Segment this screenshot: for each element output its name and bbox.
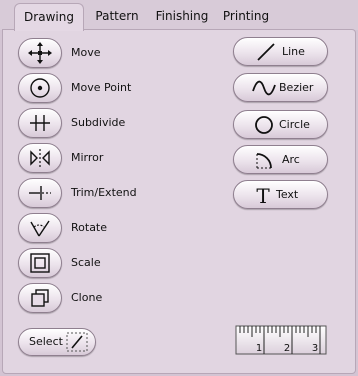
circle-label: Circle bbox=[279, 118, 310, 131]
rotate-button[interactable] bbox=[18, 213, 62, 243]
line-button[interactable]: Line bbox=[233, 37, 328, 66]
tool-mirror: Mirror bbox=[18, 143, 178, 173]
move-arrows-icon bbox=[28, 42, 52, 64]
ruler-tick-3: 3 bbox=[312, 343, 318, 354]
select-label: Select bbox=[29, 335, 63, 348]
tool-move-point: Move Point bbox=[18, 73, 178, 103]
ruler[interactable]: 1 2 3 bbox=[235, 325, 327, 355]
circle-icon bbox=[255, 116, 273, 134]
tab-drawing[interactable]: Drawing bbox=[14, 3, 84, 31]
clone-label: Clone bbox=[71, 291, 103, 304]
ruler-icon: 1 2 3 bbox=[235, 325, 327, 355]
tool-trim-extend: Trim/Extend bbox=[18, 178, 178, 208]
subdivide-button[interactable] bbox=[18, 108, 62, 138]
arc-button[interactable]: Arc bbox=[233, 145, 328, 174]
svg-text:T: T bbox=[256, 184, 270, 206]
line-label: Line bbox=[282, 45, 305, 58]
move-point-button[interactable] bbox=[18, 73, 62, 103]
subdivide-label: Subdivide bbox=[71, 116, 126, 129]
trim-extend-icon bbox=[29, 186, 51, 200]
text-label: Text bbox=[276, 188, 299, 201]
tool-subdivide: Subdivide bbox=[18, 108, 178, 138]
circle-button[interactable]: Circle bbox=[233, 110, 328, 139]
move-point-icon bbox=[30, 78, 50, 98]
scale-icon bbox=[30, 253, 50, 273]
move-label: Move bbox=[71, 46, 101, 59]
line-icon bbox=[257, 43, 275, 61]
trim-extend-label: Trim/Extend bbox=[71, 186, 137, 199]
move-button[interactable] bbox=[18, 38, 62, 68]
tab-finishing[interactable]: Finishing bbox=[150, 4, 214, 28]
select-button[interactable]: Select bbox=[18, 328, 96, 356]
tab-printing[interactable]: Printing bbox=[218, 4, 274, 28]
rotate-label: Rotate bbox=[71, 221, 108, 234]
tool-clone: Clone bbox=[18, 283, 178, 313]
ruler-tick-2: 2 bbox=[284, 343, 290, 354]
mirror-label: Mirror bbox=[71, 151, 104, 164]
arc-label: Arc bbox=[282, 153, 300, 166]
select-icon bbox=[66, 332, 88, 352]
subdivide-icon bbox=[30, 115, 50, 131]
text-icon: T bbox=[256, 184, 270, 206]
clone-icon bbox=[31, 289, 49, 307]
ruler-tick-1: 1 bbox=[256, 343, 262, 354]
tool-rotate: Rotate bbox=[18, 213, 178, 243]
text-button[interactable]: T Text bbox=[233, 180, 328, 209]
tool-move: Move bbox=[18, 38, 178, 68]
tab-bar: Drawing Pattern Finishing Printing bbox=[0, 0, 358, 31]
arc-icon bbox=[256, 153, 272, 169]
bezier-label: Bezier bbox=[279, 81, 314, 94]
bezier-button[interactable]: Bezier bbox=[233, 73, 328, 102]
trim-extend-button[interactable] bbox=[18, 178, 62, 208]
bezier-icon bbox=[252, 80, 276, 96]
tool-scale: Scale bbox=[18, 248, 178, 278]
mirror-button[interactable] bbox=[18, 143, 62, 173]
move-point-label: Move Point bbox=[71, 81, 132, 94]
scale-label: Scale bbox=[71, 256, 101, 269]
scale-button[interactable] bbox=[18, 248, 62, 278]
mirror-icon bbox=[30, 149, 50, 167]
tab-pattern[interactable]: Pattern bbox=[88, 4, 146, 28]
rotate-icon bbox=[30, 220, 50, 237]
clone-button[interactable] bbox=[18, 283, 62, 313]
